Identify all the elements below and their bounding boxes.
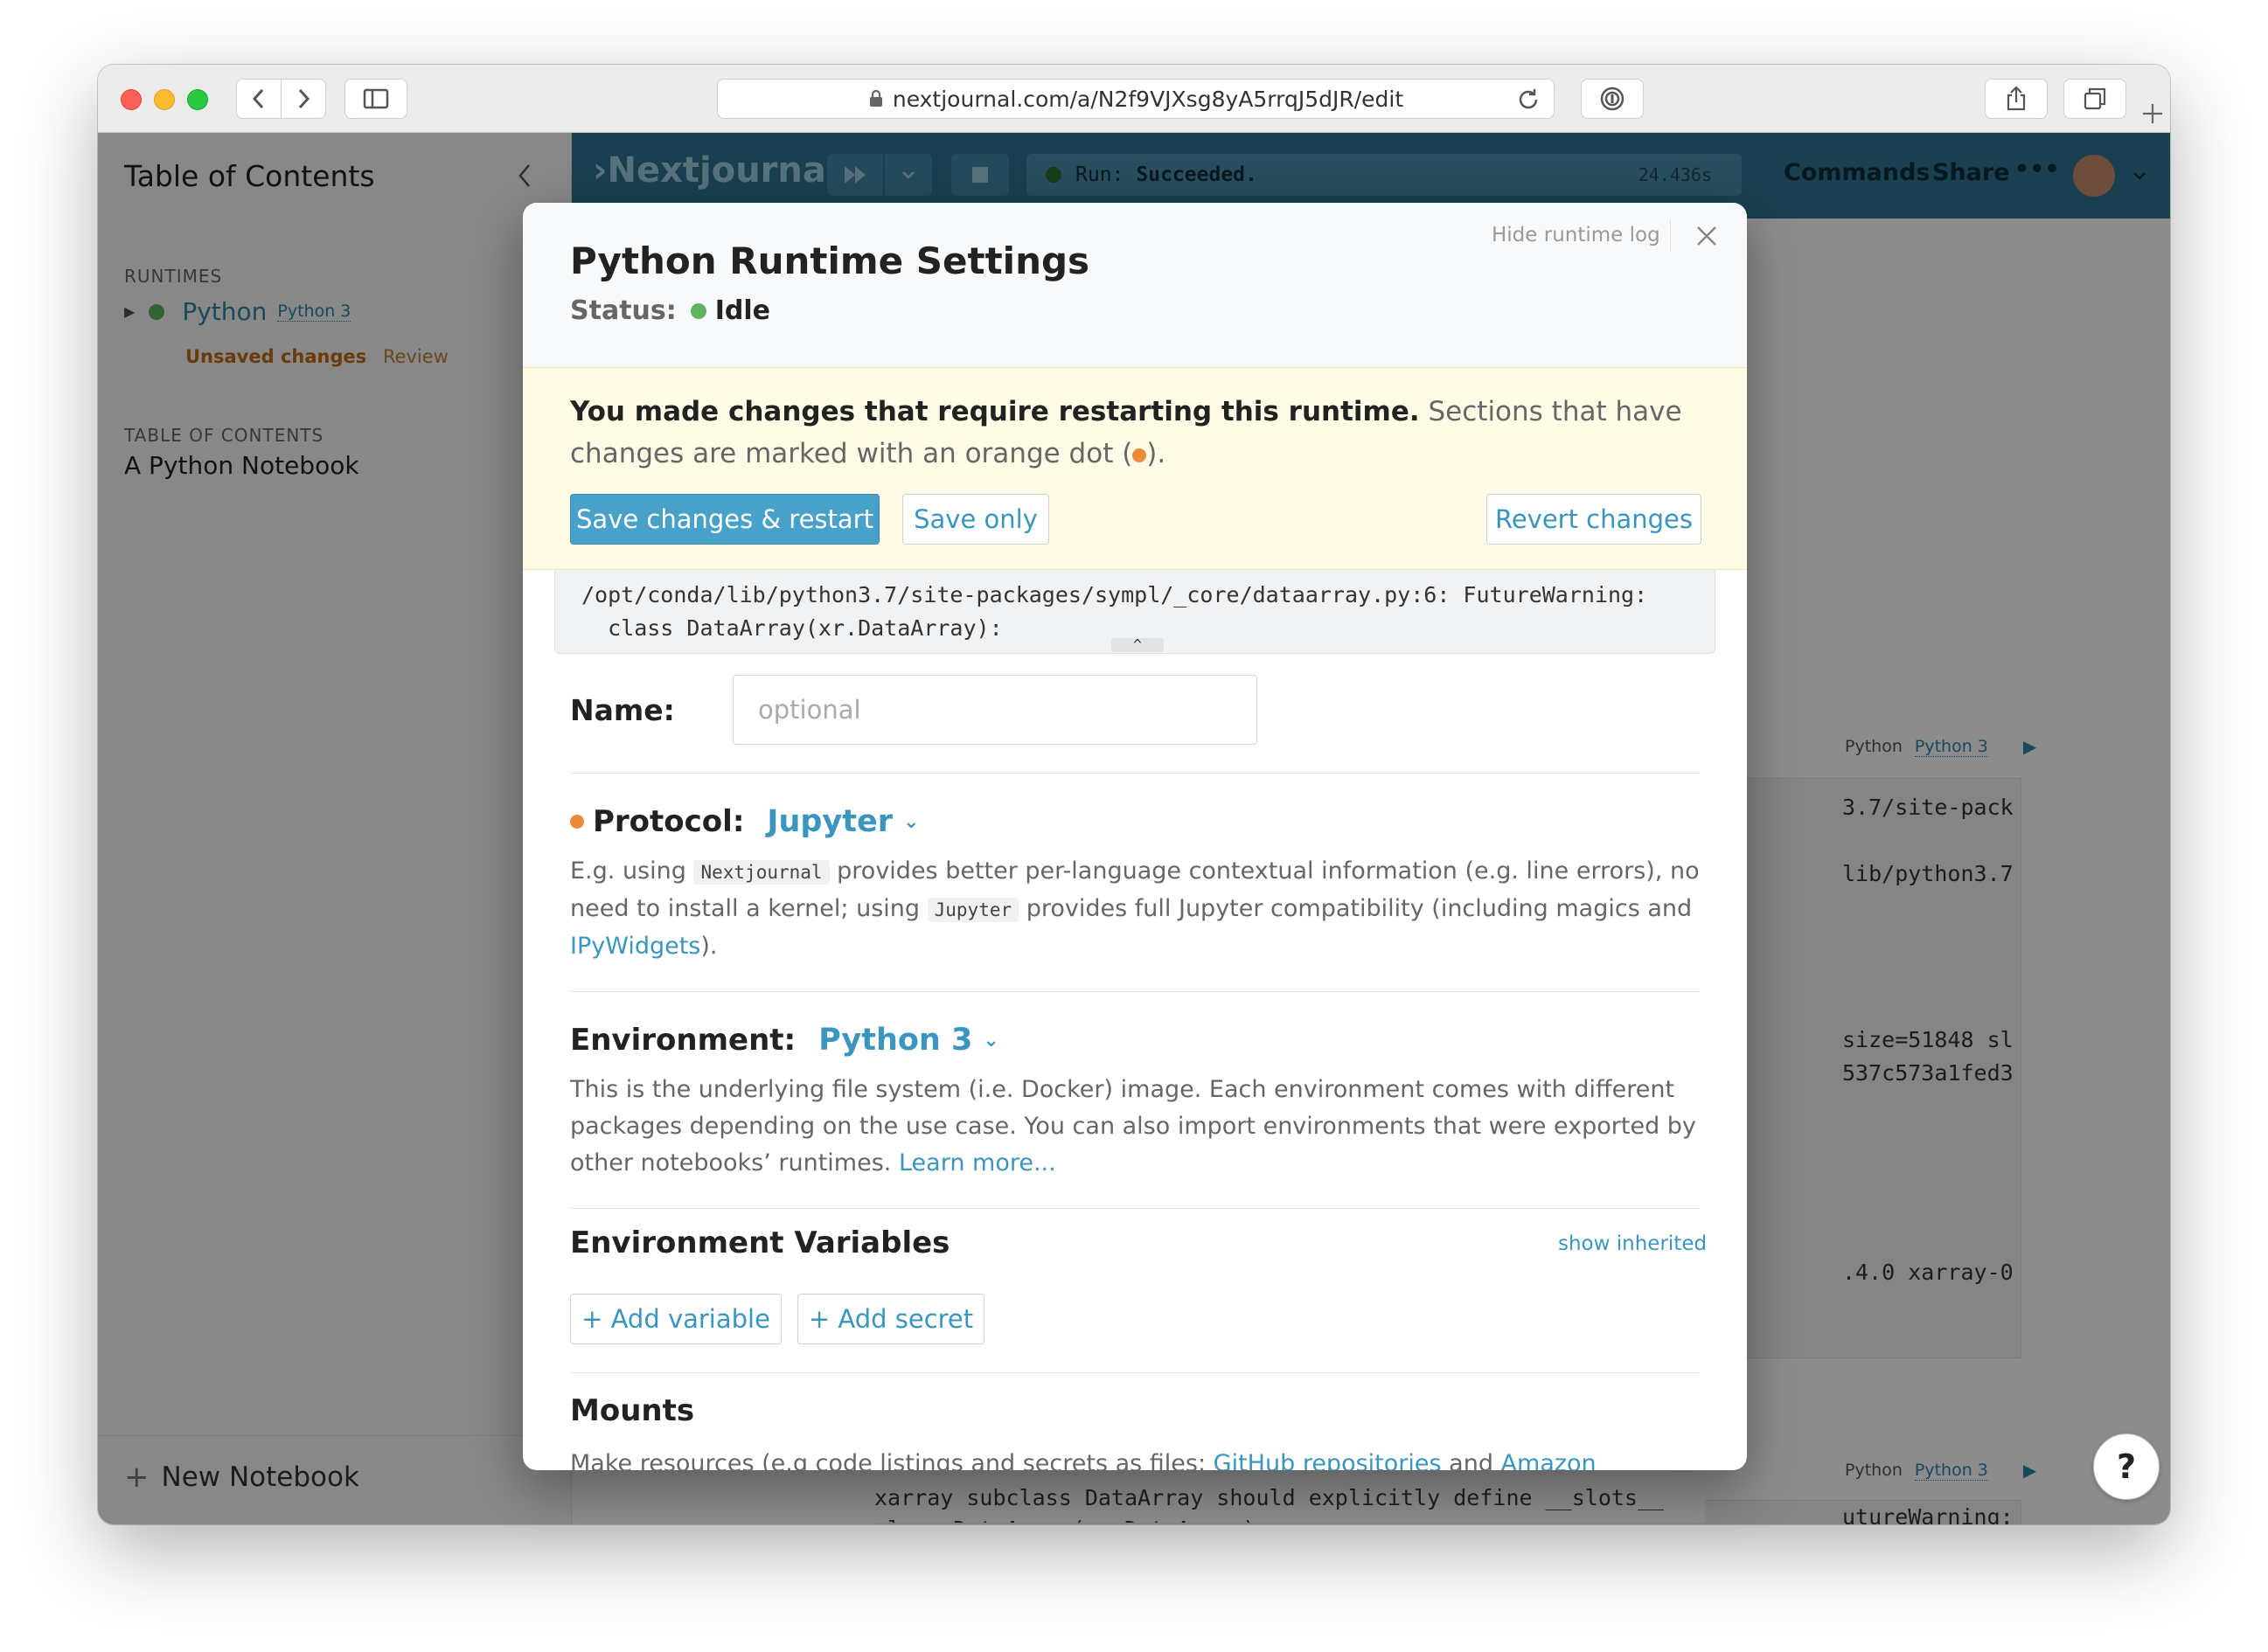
protocol-select[interactable]: Jupyter ⌄	[767, 804, 919, 839]
protocol-label: Protocol:	[593, 804, 745, 839]
mounts-title: Mounts	[570, 1393, 695, 1428]
cell-3-output: xarray subclass DataArray should explici…	[874, 1482, 1705, 1523]
modal-header: Python Runtime Settings Status: Idle Hid…	[523, 203, 1747, 367]
tabs-icon	[2084, 87, 2106, 110]
protocol-value: Jupyter	[767, 804, 893, 839]
new-tab-button[interactable]	[2135, 94, 2170, 133]
show-inherited-link[interactable]: show inherited	[1558, 1232, 1707, 1255]
environment-label: Environment:	[570, 1023, 797, 1058]
name-field-row: Name:	[570, 675, 1700, 745]
plus-icon	[2143, 104, 2162, 123]
divider	[570, 991, 1700, 992]
reload-icon[interactable]	[1515, 87, 1541, 113]
idle-status-dot	[690, 302, 706, 319]
share-page-button[interactable]	[1985, 79, 2048, 119]
help-button[interactable]: ?	[2093, 1433, 2160, 1500]
browser-toolbar: nextjournal.com/a/N2f9VJXsg8yA5rrqJ5dJR/…	[98, 65, 2170, 133]
runtime-log: /opt/conda/lib/python3.7/site-packages/s…	[554, 570, 1715, 654]
lock-icon	[869, 89, 882, 107]
protocol-desc-text: ).	[700, 933, 718, 960]
warning-end: ).	[1146, 438, 1166, 469]
share-icon	[2007, 86, 2026, 111]
divider	[570, 773, 1700, 774]
protocol-desc-text: provides full Jupyter compatibility (inc…	[1026, 895, 1693, 922]
runtime-settings-modal: Python Runtime Settings Status: Idle Hid…	[523, 203, 1747, 1470]
changed-dot-icon	[570, 815, 584, 829]
cell-3-line: xarray subclass DataArray should explici…	[874, 1485, 1665, 1510]
env-vars-title: Environment Variables	[570, 1225, 950, 1260]
revert-changes-button[interactable]: Revert changes	[1486, 494, 1701, 545]
code-nextjournal: Nextjournal	[693, 860, 830, 885]
chevron-left-icon	[252, 88, 264, 109]
sidebar-toggle-button[interactable]	[344, 79, 407, 119]
protocol-desc-text: E.g. using	[570, 857, 686, 885]
ipywidgets-link[interactable]: IPyWidgets	[570, 933, 700, 960]
close-icon[interactable]	[1691, 220, 1722, 252]
warning-text: You made changes that require restarting…	[570, 391, 1707, 475]
save-and-restart-button[interactable]: Save changes & restart	[570, 494, 880, 545]
password-manager-button[interactable]	[1581, 79, 1644, 119]
runtime-status: Status: Idle	[570, 295, 770, 326]
divider	[570, 1372, 1700, 1373]
status-label: Status:	[570, 295, 677, 326]
environment-row: Environment: Python 3 ⌄	[570, 1023, 999, 1058]
mounts-description: Make resources (e.g code listings and se…	[570, 1446, 1703, 1470]
mounts-desc-text: Make resources (e.g code listings and se…	[570, 1450, 1207, 1470]
name-label: Name:	[570, 692, 675, 727]
restart-warning-banner: You made changes that require restarting…	[523, 367, 1747, 570]
mounts-desc-text: and	[1449, 1450, 1493, 1470]
environment-value: Python 3	[818, 1023, 973, 1058]
environment-select[interactable]: Python 3 ⌄	[818, 1023, 999, 1058]
forward-button[interactable]	[281, 79, 326, 119]
minimize-window-button[interactable]	[154, 89, 175, 110]
divider	[570, 1208, 1700, 1209]
protocol-description: E.g. using Nextjournal provides better p…	[570, 853, 1703, 965]
back-button[interactable]	[236, 79, 282, 119]
header-separator	[1670, 220, 1671, 252]
protocol-row: Protocol: Jupyter ⌄	[570, 804, 919, 839]
zoom-window-button[interactable]	[187, 89, 208, 110]
add-secret-button[interactable]: + Add secret	[797, 1294, 984, 1344]
runtime-name-input[interactable]	[733, 675, 1257, 745]
hide-runtime-log-link[interactable]: Hide runtime log	[1492, 224, 1660, 246]
environment-description: This is the underlying file system (i.e.…	[570, 1072, 1703, 1182]
sidebar-icon	[363, 88, 389, 109]
url-text: nextjournal.com/a/N2f9VJXsg8yA5rrqJ5dJR/…	[892, 86, 1404, 112]
onepassword-icon	[1600, 87, 1624, 111]
environment-desc-text: This is the underlying file system (i.e.…	[570, 1076, 1696, 1177]
collapse-log-icon[interactable]: ^	[1111, 638, 1164, 652]
address-bar[interactable]: nextjournal.com/a/N2f9VJXsg8yA5rrqJ5dJR/…	[717, 79, 1555, 119]
add-variable-button[interactable]: + Add variable	[570, 1294, 782, 1344]
orange-dot-icon	[1132, 448, 1147, 462]
status-value: Idle	[714, 295, 771, 326]
warning-bold: You made changes that require restarting…	[570, 396, 1420, 427]
close-window-button[interactable]	[121, 89, 142, 110]
chevron-down-icon: ⌄	[902, 810, 920, 833]
log-line: /opt/conda/lib/python3.7/site-packages/s…	[581, 582, 1648, 607]
github-repositories-link[interactable]: GitHub repositories	[1214, 1450, 1442, 1470]
modal-title: Python Runtime Settings	[570, 239, 1090, 282]
code-jupyter: Jupyter	[927, 898, 1019, 922]
tabs-overview-button[interactable]	[2063, 79, 2126, 119]
chevron-down-icon: ⌄	[983, 1029, 999, 1052]
cell-3-line: class DataArray(xr.DataArray):	[874, 1514, 1705, 1523]
save-only-button[interactable]: Save only	[902, 494, 1049, 545]
learn-more-link[interactable]: Learn more...	[899, 1149, 1056, 1177]
chevron-right-icon	[298, 88, 310, 109]
